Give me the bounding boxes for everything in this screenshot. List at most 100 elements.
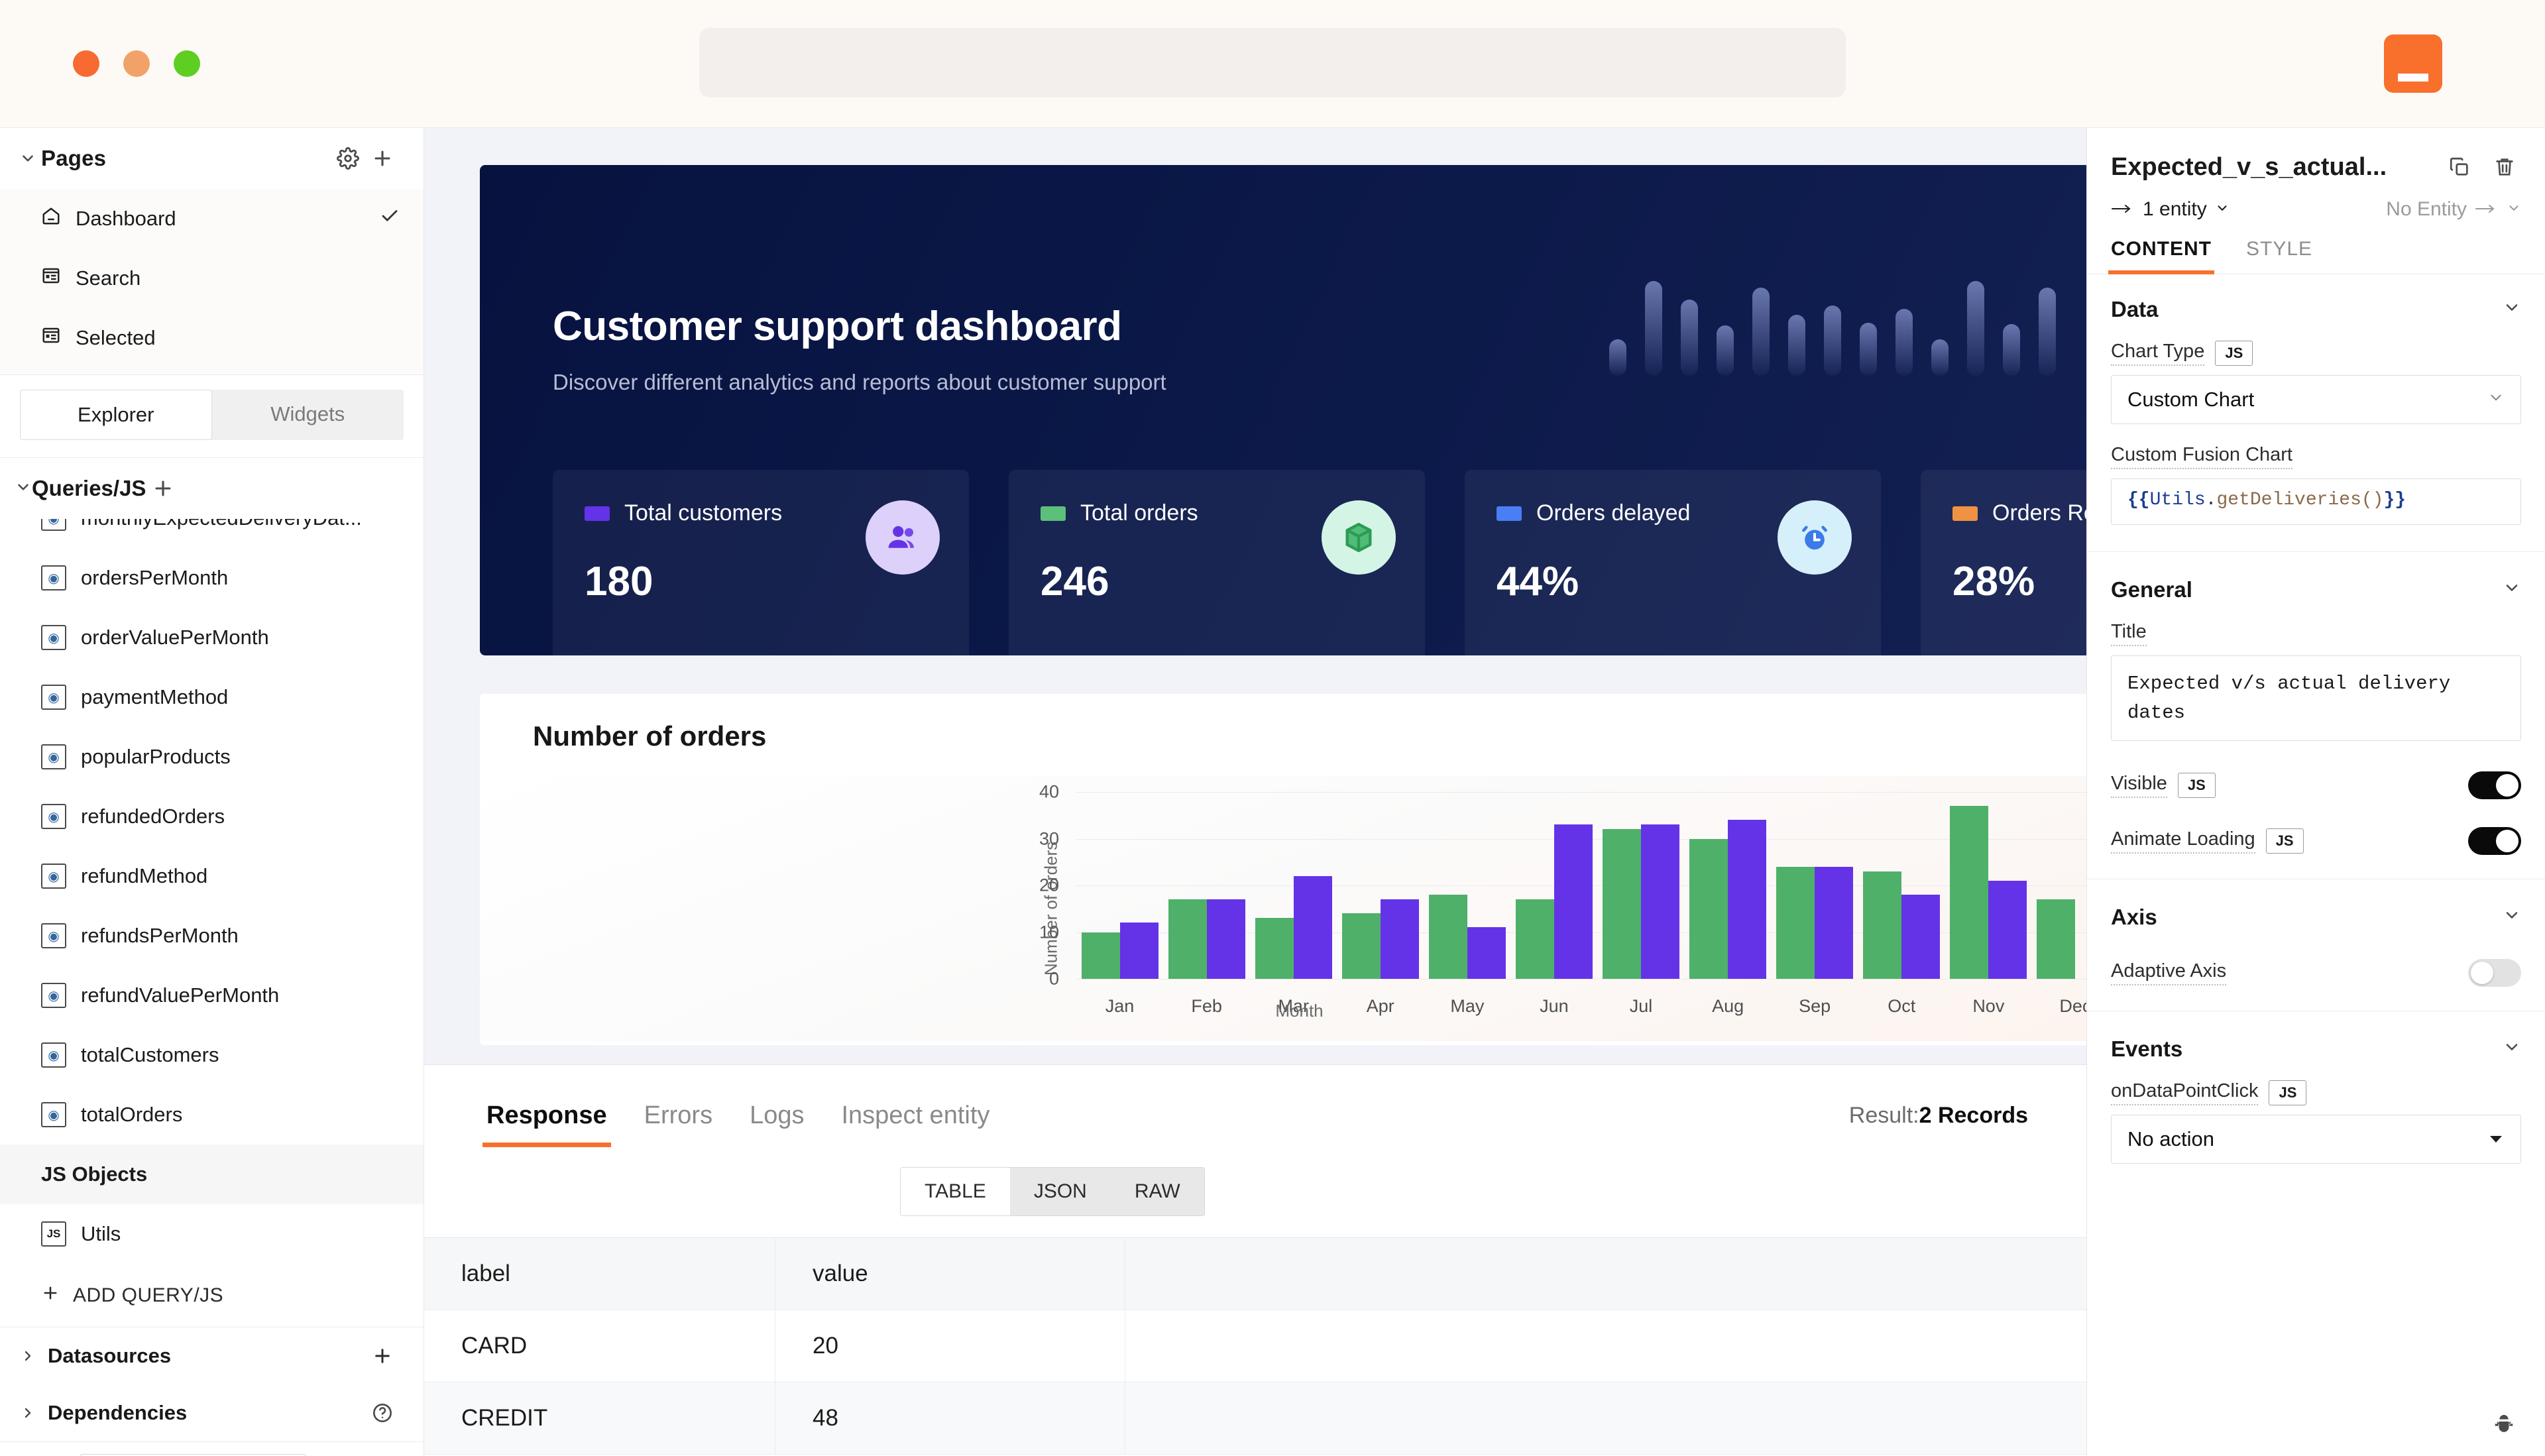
chevron-down-icon[interactable] — [2503, 579, 2521, 602]
chart-bar[interactable] — [1815, 867, 1853, 979]
tab-response[interactable]: Response — [468, 1101, 626, 1147]
binding-in-label[interactable]: 1 entity — [2143, 198, 2207, 221]
section-header-general[interactable]: General — [2087, 555, 2545, 621]
trash-icon[interactable] — [2488, 150, 2521, 184]
js-toggle-badge[interactable]: JS — [2178, 773, 2216, 798]
chart-bar[interactable] — [2037, 899, 2075, 979]
appsmith-logo-icon[interactable] — [2384, 34, 2442, 93]
animate-loading-toggle[interactable] — [2468, 827, 2521, 855]
custom-fusion-chart-input[interactable]: {{Utils.getDeliveries()}} — [2111, 478, 2521, 525]
tab-logs[interactable]: Logs — [731, 1101, 822, 1147]
table-row[interactable]: CARD 20 — [424, 1310, 2086, 1382]
add-page-button[interactable] — [365, 141, 400, 176]
section-header-events[interactable]: Events — [2087, 1014, 2545, 1080]
list-item[interactable]: ◉ refundsPerMonth — [0, 906, 424, 966]
chevron-down-icon[interactable] — [2503, 298, 2521, 321]
chart-bar[interactable] — [1082, 932, 1120, 980]
list-item[interactable]: ◉ refundValuePerMonth — [0, 966, 424, 1025]
stat-card-orders-refunded[interactable]: Orders Refunded 28% — [1921, 470, 2086, 655]
chart-bar[interactable] — [1728, 820, 1766, 979]
sidebar-item-selected[interactable]: Selected — [0, 308, 424, 368]
view-mode-raw[interactable]: RAW — [1111, 1168, 1204, 1215]
chart-bar-group[interactable]: Jun — [1510, 792, 1597, 979]
add-query-button[interactable] — [146, 471, 180, 506]
js-objects-group-header[interactable]: JS Objects — [0, 1145, 424, 1204]
chart-bar-group[interactable]: Jul — [1597, 792, 1684, 979]
maximize-window-button[interactable] — [174, 50, 200, 77]
chart-bar[interactable] — [1689, 839, 1728, 980]
js-toggle-badge[interactable]: JS — [2215, 341, 2253, 366]
chevron-right-icon[interactable] — [15, 1405, 41, 1421]
help-circle-icon[interactable] — [365, 1396, 400, 1430]
chevron-right-icon[interactable] — [15, 1348, 41, 1364]
sidebar-item-search[interactable]: Search — [0, 249, 424, 308]
sidebar-item-datasources[interactable]: Datasources — [0, 1327, 424, 1384]
tab-explorer[interactable]: Explorer — [20, 390, 212, 440]
list-item[interactable]: ◉ totalOrders — [0, 1085, 424, 1145]
list-item[interactable]: ◉ refundedOrders — [0, 787, 424, 846]
chart-bar[interactable] — [1294, 876, 1332, 979]
binding-out-label[interactable]: No Entity — [2386, 198, 2467, 221]
tab-style[interactable]: STYLE — [2246, 238, 2312, 274]
chart-bar[interactable] — [1255, 918, 1294, 979]
chart-bar[interactable] — [1901, 895, 1940, 979]
tab-inspect-entity[interactable]: Inspect entity — [822, 1101, 1008, 1147]
table-row[interactable]: CREDIT 48 — [424, 1382, 2086, 1455]
list-item[interactable]: ◉ orderValuePerMonth — [0, 608, 424, 667]
bug-icon[interactable] — [2491, 1412, 2517, 1441]
chart-bar-group[interactable]: Apr — [1337, 792, 1424, 979]
number-of-orders-chart-widget[interactable]: Number of orders Number of orders 40 30 … — [480, 694, 2086, 1045]
chart-bar[interactable] — [1776, 867, 1815, 979]
chart-bar-group[interactable]: Feb — [1163, 792, 1250, 979]
chart-bar[interactable] — [1120, 923, 1159, 979]
tab-errors[interactable]: Errors — [626, 1101, 731, 1147]
browser-address-bar[interactable] — [699, 28, 1846, 97]
list-item[interactable]: ◉ paymentMethod — [0, 667, 424, 727]
add-query-js-button[interactable]: ADD QUERY/JS — [0, 1264, 424, 1327]
list-item[interactable]: ◉ popularProducts — [0, 727, 424, 787]
list-item[interactable]: ◉ refundMethod — [0, 846, 424, 906]
title-input[interactable]: Expected v/s actual delivery dates — [2111, 655, 2521, 741]
chart-bar-group[interactable]: Aug — [1685, 792, 1772, 979]
view-mode-json[interactable]: JSON — [1010, 1168, 1111, 1215]
chart-bar[interactable] — [1950, 806, 1988, 979]
on-data-point-click-select[interactable]: No action — [2111, 1115, 2521, 1164]
gear-icon[interactable] — [331, 141, 365, 176]
chart-type-select[interactable]: Custom Chart — [2111, 375, 2521, 424]
stat-card-total-customers[interactable]: Total customers 180 — [553, 470, 969, 655]
chart-bar-group[interactable]: Oct — [1858, 792, 1945, 979]
chevron-down-icon[interactable] — [15, 478, 32, 499]
queries-section-header[interactable]: Queries/JS — [0, 458, 424, 519]
list-item[interactable]: ◉ totalCustomers — [0, 1025, 424, 1085]
chart-bar-group[interactable]: Jan — [1076, 792, 1163, 979]
chart-bar[interactable] — [1342, 913, 1381, 979]
chart-bar[interactable] — [1603, 829, 1641, 979]
chart-bar[interactable] — [1988, 881, 2027, 979]
chart-bar[interactable] — [1863, 871, 1901, 979]
chart-bar[interactable] — [1429, 895, 1467, 979]
sidebar-item-dependencies[interactable]: Dependencies — [0, 1384, 424, 1441]
list-item[interactable]: ◉ ordersPerMonth — [0, 548, 424, 608]
chart-bar-group[interactable]: Dec — [2032, 792, 2086, 979]
js-toggle-badge[interactable]: JS — [2266, 828, 2304, 854]
chart-bar[interactable] — [1381, 899, 1419, 979]
stat-card-orders-delayed[interactable]: Orders delayed 44% — [1465, 470, 1881, 655]
chevron-down-icon[interactable] — [2507, 198, 2521, 221]
chart-bar[interactable] — [1641, 824, 1679, 979]
chart-bar[interactable] — [1168, 899, 1207, 979]
pages-section-header[interactable]: Pages — [0, 128, 424, 189]
chart-bar-group[interactable]: Sep — [1772, 792, 1858, 979]
tab-widgets[interactable]: Widgets — [212, 390, 404, 440]
adaptive-axis-toggle[interactable] — [2468, 959, 2521, 987]
chart-bar[interactable] — [1554, 824, 1593, 979]
close-window-button[interactable] — [73, 50, 99, 77]
chevron-down-icon[interactable] — [2215, 198, 2230, 221]
widget-name-title[interactable]: Expected_v_s_actual... — [2111, 153, 2431, 182]
chevron-down-icon[interactable] — [15, 150, 41, 167]
visible-toggle[interactable] — [2468, 771, 2521, 799]
sidebar-item-dashboard[interactable]: Dashboard — [0, 189, 424, 249]
chart-bar[interactable] — [1467, 927, 1506, 979]
section-header-axis[interactable]: Axis — [2087, 882, 2545, 948]
list-item[interactable]: JS Utils — [0, 1204, 424, 1264]
add-datasource-button[interactable] — [365, 1339, 400, 1373]
